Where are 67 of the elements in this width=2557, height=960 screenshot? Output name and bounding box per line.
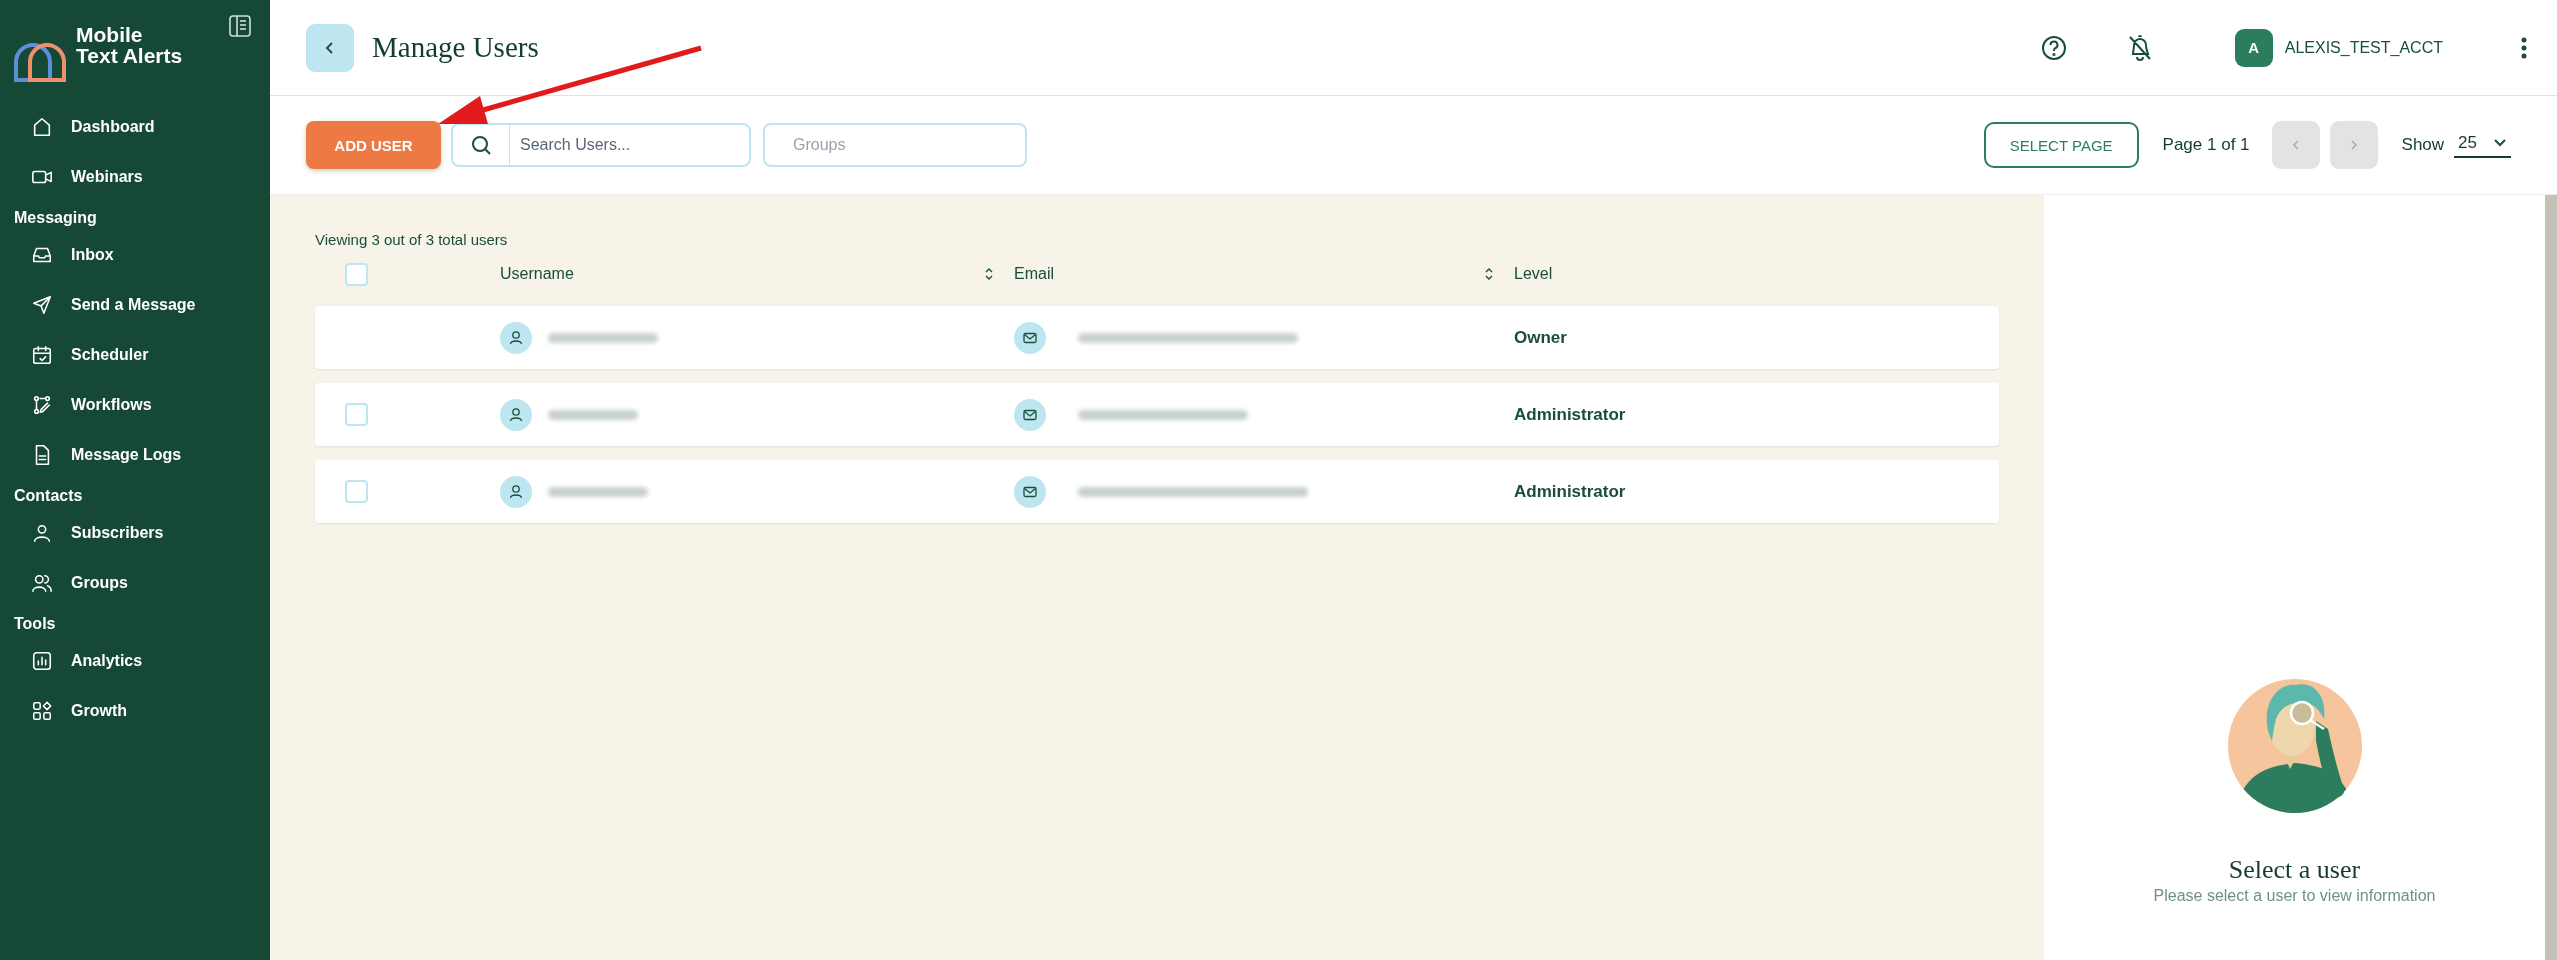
previous-page-button[interactable]: [2271, 121, 2320, 169]
sort-icon[interactable]: [984, 267, 994, 281]
section-heading: Messaging: [13, 208, 98, 228]
select-all-checkbox[interactable]: [345, 262, 368, 286]
column-header: Level: [1514, 265, 1553, 283]
nav-link[interactable]: Groups: [0, 558, 270, 608]
more-icon[interactable]: [2521, 36, 2527, 59]
user-row[interactable]: Administrator: [315, 460, 1999, 523]
calendar-icon: [31, 344, 53, 366]
nav-link[interactable]: Inbox: [0, 230, 270, 280]
nav-link[interactable]: Analytics: [0, 636, 270, 686]
section-heading: Contacts: [13, 486, 84, 506]
account-name[interactable]: ALEXIS_TEST_ACCT: [2284, 38, 2443, 57]
grid-icon: [31, 700, 53, 722]
logo-icon: [14, 42, 66, 82]
bar-chart-icon: [31, 650, 53, 672]
select-page-button[interactable]: SELECT PAGE: [1983, 122, 2139, 168]
user-row[interactable]: Owner: [315, 306, 1999, 369]
envelope-icon: [1014, 475, 1046, 508]
nav-link[interactable]: Workflows: [0, 380, 270, 430]
column-header[interactable]: Email: [1014, 265, 1054, 283]
table-cell: Owner: [1514, 327, 1567, 348]
avatar[interactable]: A: [2234, 28, 2273, 67]
show-label: Show: [2401, 135, 2445, 155]
person-icon: [31, 522, 53, 544]
groups-filter[interactable]: Groups: [763, 123, 1027, 167]
muted-bell-icon[interactable]: [2126, 33, 2153, 62]
page-size-dropdown[interactable]: 25: [2454, 132, 2511, 158]
next-page-button[interactable]: [2329, 121, 2378, 169]
person-icon: [500, 321, 532, 354]
person-icon: [500, 475, 532, 508]
user-row[interactable]: Administrator: [315, 383, 1999, 446]
branch-icon: [31, 394, 53, 416]
nav-link[interactable]: Send a Message: [0, 280, 270, 330]
empty-state-message: Please select a user to view information: [2153, 887, 2436, 905]
search-field[interactable]: Search Users...: [451, 123, 751, 167]
paper-plane-icon: [31, 294, 53, 316]
people-icon: [31, 572, 53, 594]
page-indicator: Page 1 of 1: [2162, 135, 2250, 155]
chevron-down-icon: [2493, 137, 2507, 148]
results-count: Viewing 3 out of 3 total users: [315, 231, 509, 248]
help-icon[interactable]: [2040, 34, 2067, 61]
nav-link[interactable]: Dashboard: [0, 102, 270, 152]
nav-link[interactable]: Webinars: [0, 152, 270, 202]
brand-name: Mobile Text Alerts: [76, 24, 184, 66]
column-header[interactable]: Username: [500, 265, 574, 283]
row-checkbox[interactable]: [345, 480, 368, 503]
person-icon: [500, 398, 532, 431]
sidebar-toggle-icon[interactable]: [228, 14, 252, 38]
house-icon: [31, 116, 53, 138]
nav-link[interactable]: Subscribers: [0, 508, 270, 558]
page-title: Manage Users: [372, 31, 539, 64]
section-heading: Tools: [13, 614, 57, 634]
nav-link[interactable]: Message Logs: [0, 430, 270, 480]
search-input[interactable]: Search Users...: [510, 125, 749, 165]
table-cell: Administrator: [1514, 481, 1626, 502]
scrollbar[interactable]: [2545, 195, 2557, 960]
envelope-icon: [1014, 321, 1046, 354]
table-cell: Administrator: [1514, 404, 1626, 425]
search-icon: [470, 134, 492, 156]
row-checkbox[interactable]: [345, 403, 368, 426]
empty-state-title: Select a user: [2228, 855, 2361, 885]
nav-link[interactable]: Growth: [0, 686, 270, 736]
back-button[interactable]: [306, 23, 354, 72]
envelope-icon: [1014, 398, 1046, 431]
nav-link[interactable]: Scheduler: [0, 330, 270, 380]
sort-icon[interactable]: [1484, 267, 1494, 281]
